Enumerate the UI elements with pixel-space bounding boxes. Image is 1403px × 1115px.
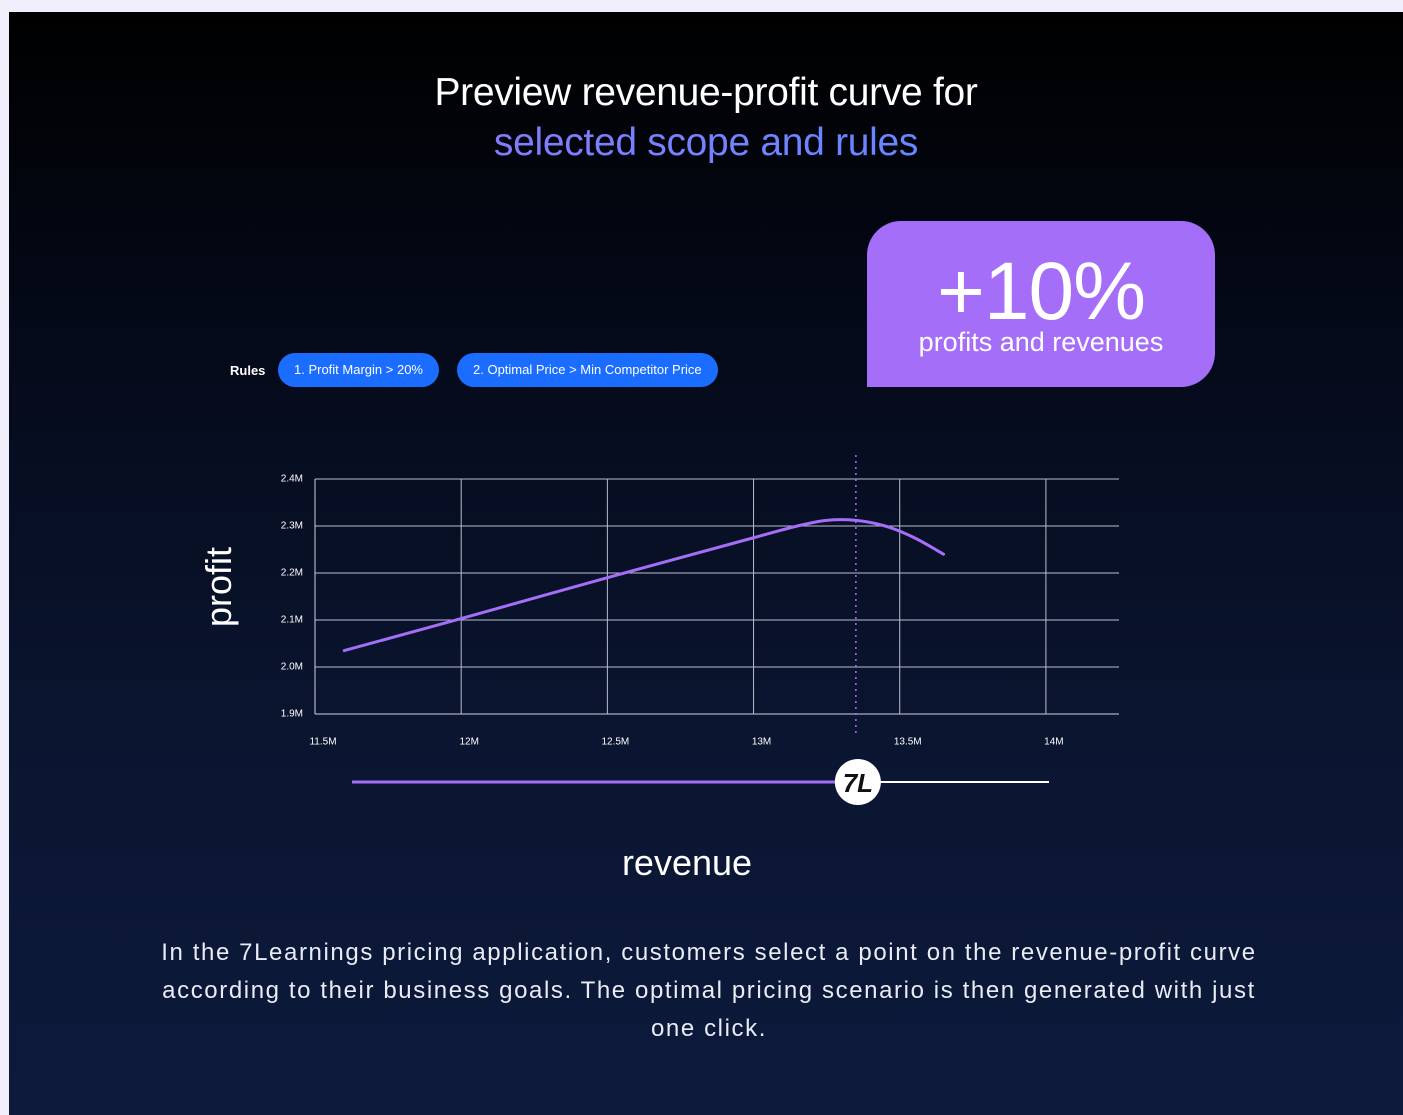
y-tick-label: 2.0M [281, 662, 303, 673]
y-tick-label: 2.1M [281, 615, 303, 626]
description-text: In the 7Learnings pricing application, c… [161, 939, 1257, 1042]
slider-handle[interactable]: 7L [834, 759, 881, 805]
logo-7l-icon: 7L [843, 768, 873, 798]
series-line [342, 518, 946, 653]
ticks: 1.9M 2.0M 2.1M 2.2M 2.3M 2.4M 11.5M 12M 12.5M 13M… [281, 474, 1064, 748]
grid [314, 478, 1119, 715]
x-tick-label: 11.5M [309, 737, 336, 748]
y-tick-label: 2.2M [281, 568, 303, 579]
x-tick-label: 13M [752, 737, 771, 748]
x-tick-label: 12.5M [601, 737, 629, 748]
series [342, 518, 946, 653]
x-tick-label: 13.5M [894, 737, 922, 748]
hero-panel: Preview revenue-profit curve for selecte… [9, 12, 1403, 1115]
x-tick-label: 12M [459, 737, 478, 748]
y-tick-label: 2.4M [281, 474, 303, 485]
revenue-profit-chart: 1.9M 2.0M 2.1M 2.2M 2.3M 2.4M 11.5M 12M 12.5M 13M… [281, 455, 1119, 805]
revenue-slider[interactable]: 7L [352, 759, 1049, 805]
y-tick-label: 2.3M [281, 521, 303, 532]
x-axis-label: revenue [621, 842, 753, 883]
y-tick-label: 1.9M [281, 709, 303, 720]
x-tick-label: 14M [1044, 737, 1063, 748]
